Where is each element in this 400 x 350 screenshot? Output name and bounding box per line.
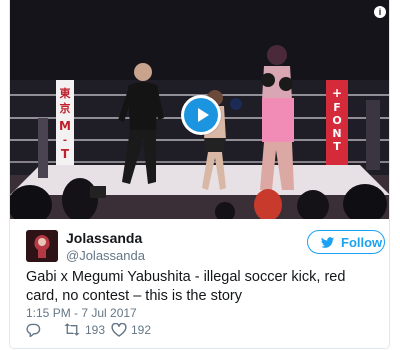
svg-text:+: + (332, 86, 342, 100)
svg-text:F: F (333, 101, 341, 114)
author-name[interactable]: Jolassanda (66, 230, 142, 246)
svg-text:東: 東 (60, 86, 72, 100)
svg-text:O: O (332, 114, 341, 127)
retweet-count: 193 (85, 323, 106, 337)
info-icon[interactable]: i (374, 6, 386, 18)
tweet-card: 東 京 M - T + F O N T i Jolassanda @Jolass… (9, 0, 390, 349)
tweet-timestamp[interactable]: 1:15 PM - 7 Jul 2017 (26, 306, 137, 320)
follow-button[interactable]: Follow (307, 230, 385, 254)
like-button[interactable]: 192 (111, 322, 171, 338)
avatar-image (26, 230, 58, 262)
tweet-text: Gabi x Megumi Yabushita - illegal soccer… (26, 269, 346, 304)
svg-text:N: N (332, 127, 341, 140)
avatar[interactable] (26, 230, 58, 262)
video-player[interactable]: 東 京 M - T + F O N T i (10, 0, 389, 219)
heart-icon (111, 323, 127, 337)
reply-button[interactable] (26, 322, 42, 338)
follow-label: Follow (341, 235, 383, 250)
svg-text:M: M (59, 119, 71, 133)
twitter-bird-icon (320, 237, 335, 248)
svg-text:京: 京 (60, 101, 71, 115)
svg-text:T: T (333, 140, 341, 153)
retweet-icon (64, 323, 80, 336)
play-icon (198, 108, 209, 122)
play-button[interactable] (181, 95, 221, 135)
svg-text:T: T (61, 147, 70, 161)
like-count: 192 (131, 323, 152, 337)
svg-text:-: - (63, 135, 67, 146)
author-handle[interactable]: @Jolassanda (66, 248, 145, 263)
reply-icon (26, 323, 41, 337)
play-button-circle (184, 98, 218, 132)
